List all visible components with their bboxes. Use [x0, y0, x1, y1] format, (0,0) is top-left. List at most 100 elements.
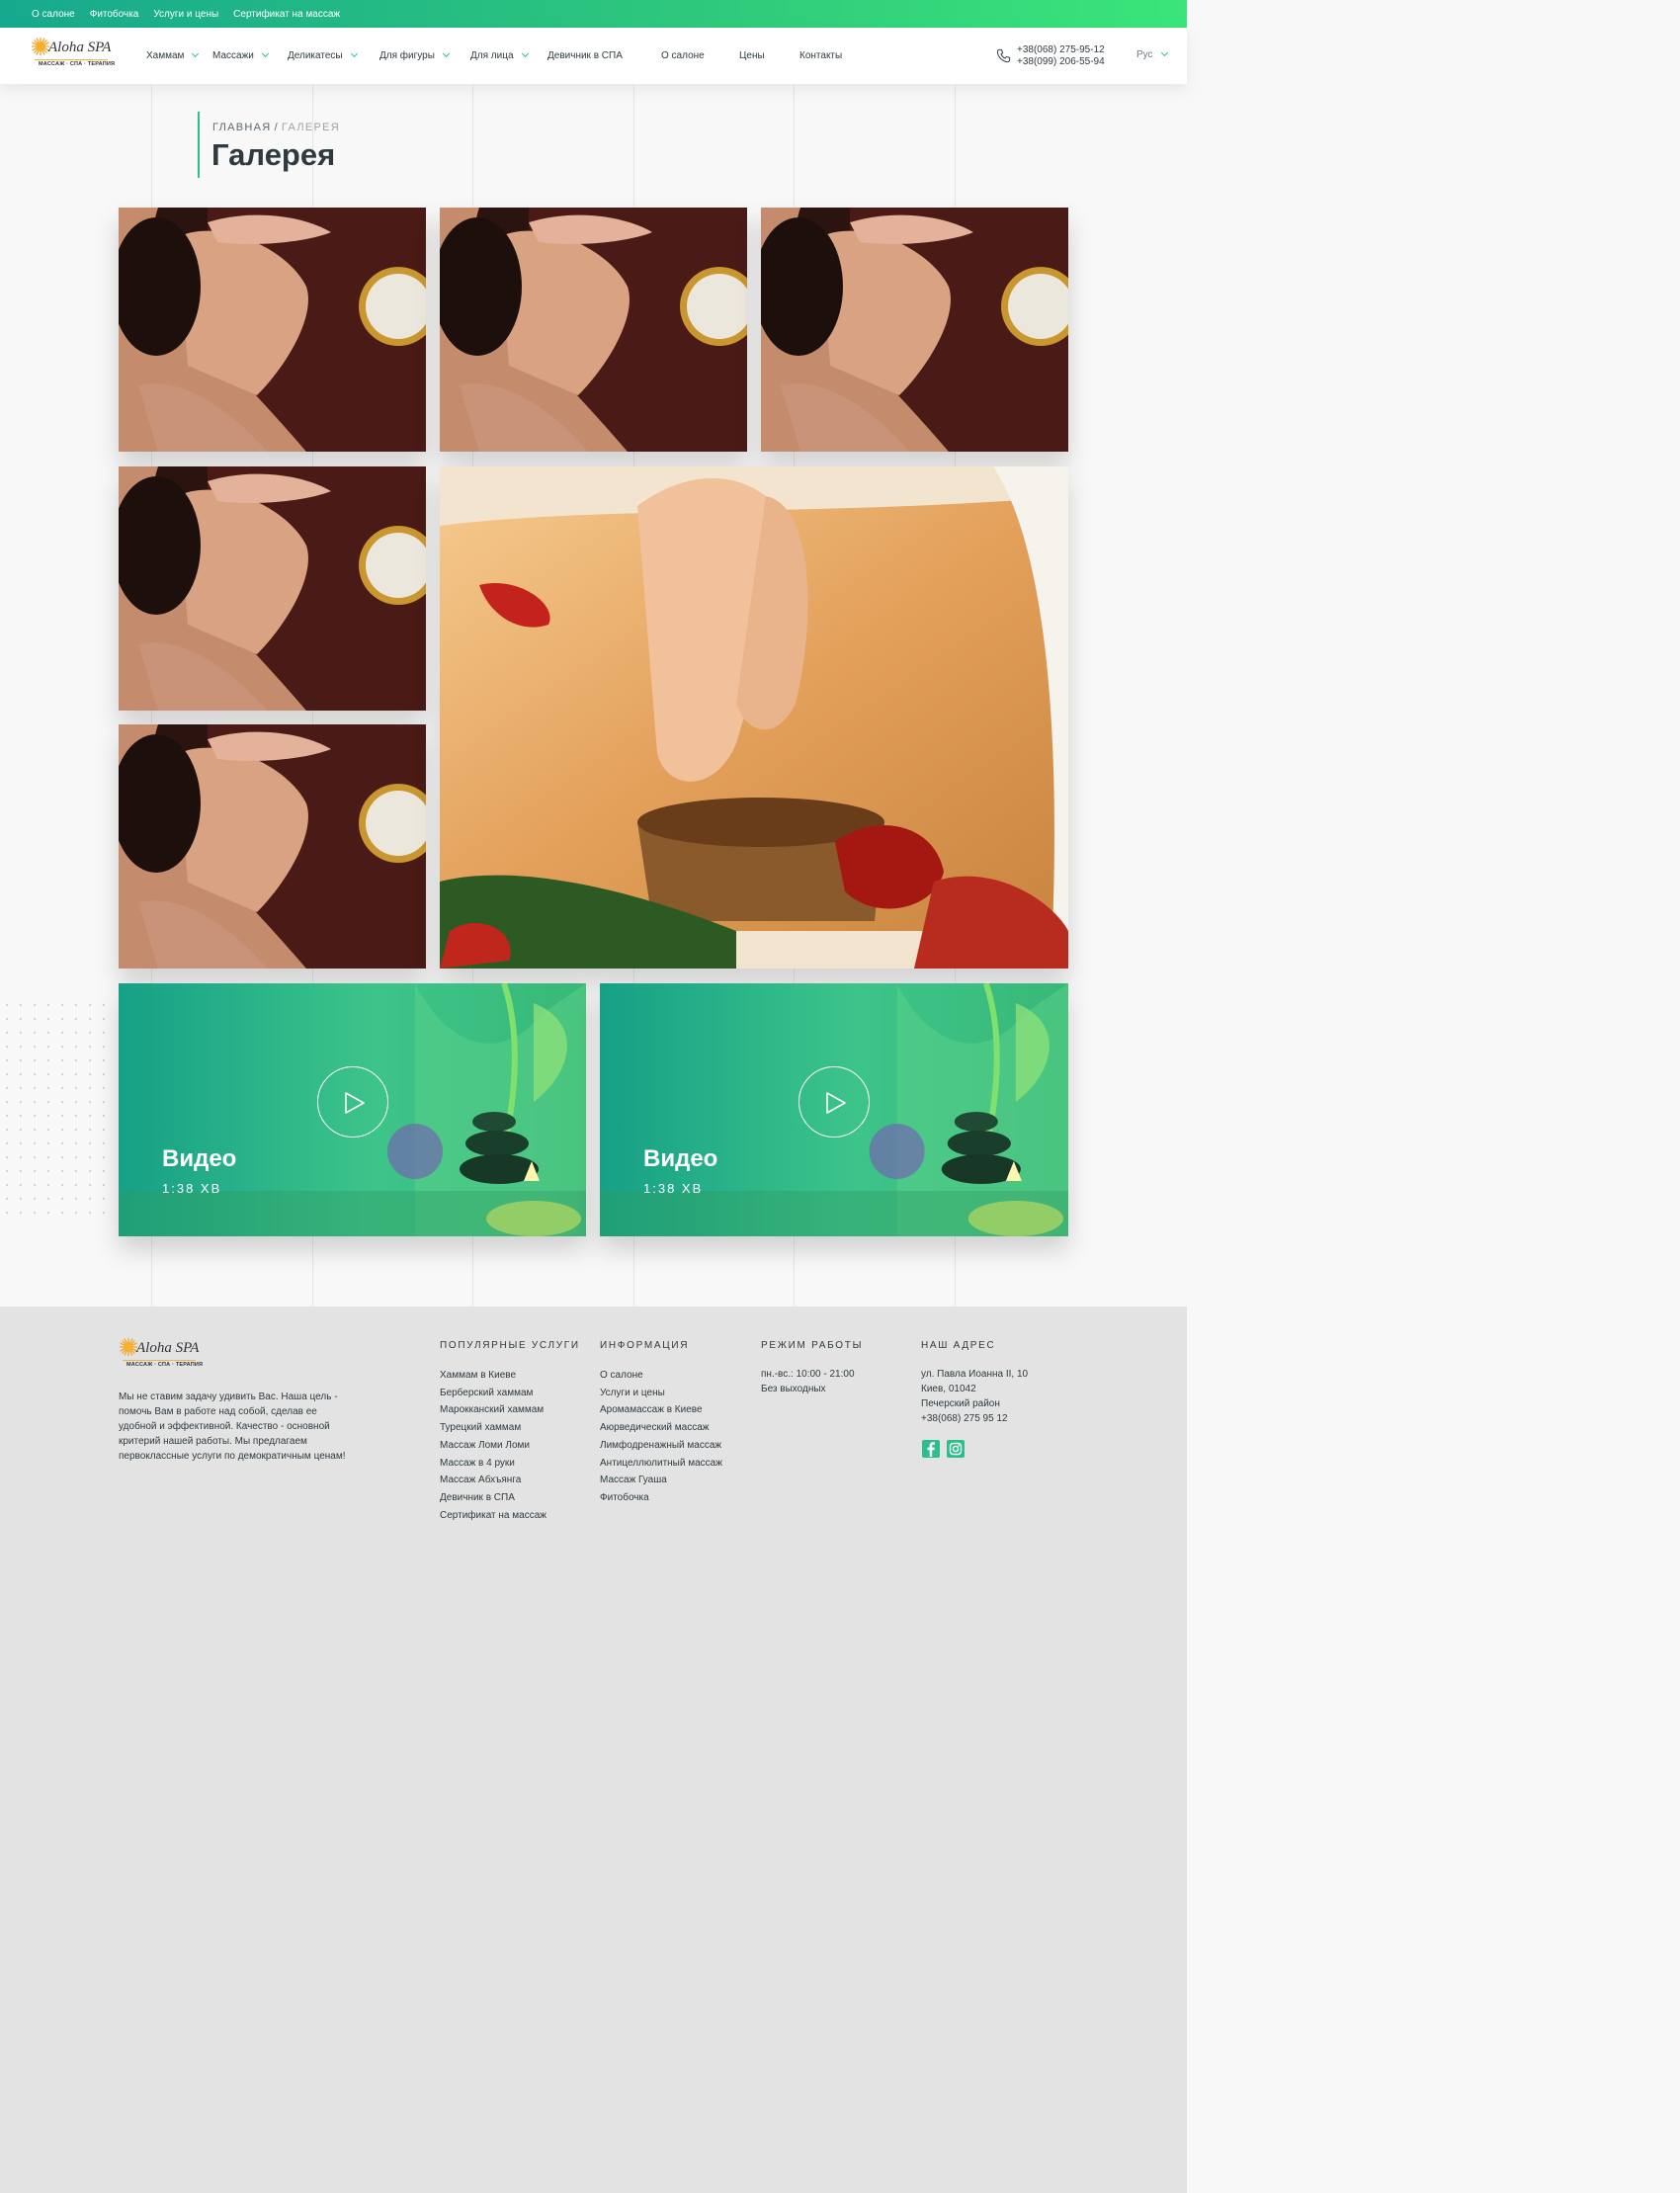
- chevron-down-icon: [350, 49, 358, 58]
- footer-link[interactable]: Услуги и цены: [600, 1385, 722, 1402]
- title-accent-bar: [198, 112, 200, 178]
- logo-name: Aloha SPA: [136, 1340, 200, 1356]
- address-line: Киев, 01042: [921, 1384, 976, 1394]
- massage-photo-image: [119, 724, 426, 969]
- massage-photo-image: [440, 466, 1068, 969]
- footer-information: ИНФОРМАЦИЯ О салоне Услуги и цены Аромам…: [600, 1340, 722, 1507]
- logo[interactable]: Aloha SPA МАССАЖ · СПА · ТЕРАПИЯ: [31, 37, 116, 76]
- topbar-link-about[interactable]: О салоне: [32, 9, 75, 20]
- topbar-link-certificate[interactable]: Сертификат на массаж: [233, 9, 340, 20]
- logo-tagline: МАССАЖ · СПА · ТЕРАПИЯ: [126, 1362, 204, 1368]
- sun-icon: [120, 1338, 137, 1356]
- nav-delicacies[interactable]: Деликатесы: [288, 28, 358, 84]
- nav-label: Цены: [739, 50, 765, 61]
- gallery-photo[interactable]: [119, 724, 426, 969]
- footer-link[interactable]: Массаж Ломи Ломи: [440, 1437, 580, 1455]
- header-phones: +38(068) 275-95-12 +38(099) 206-55-94: [1017, 44, 1105, 68]
- footer-link[interactable]: Девичник в СПА: [440, 1489, 580, 1507]
- footer-heading: НАШ АДРЕС: [921, 1340, 996, 1351]
- gallery-photo[interactable]: [440, 208, 747, 452]
- footer-link[interactable]: Сертификат на массаж: [440, 1507, 580, 1525]
- video-title: Видео: [162, 1145, 237, 1172]
- play-button[interactable]: [317, 1066, 388, 1138]
- footer-heading: ПОПУЛЯРНЫЕ УСЛУГИ: [440, 1340, 580, 1351]
- decorative-dots: [0, 998, 114, 1225]
- footer-link[interactable]: Аромамассаж в Киеве: [600, 1401, 722, 1419]
- nav-contacts[interactable]: Контакты: [799, 28, 842, 84]
- chevron-down-icon: [442, 49, 450, 58]
- chevron-down-icon: [1160, 48, 1168, 57]
- massage-photo-image: [119, 466, 426, 711]
- gallery-photo[interactable]: [761, 208, 1068, 452]
- video-title: Видео: [643, 1145, 718, 1172]
- gallery-photo[interactable]: [119, 466, 426, 711]
- nav-prices[interactable]: Цены: [739, 28, 765, 84]
- logo-divider: [123, 1360, 196, 1361]
- footer-link[interactable]: Аюрведический массаж: [600, 1419, 722, 1437]
- nav-label: О салоне: [661, 50, 705, 61]
- hours-line: пн.-вс.: 10:00 - 21:00: [761, 1369, 855, 1380]
- phone-number[interactable]: +38(068) 275-95-12: [1017, 44, 1105, 56]
- play-icon: [826, 1092, 846, 1114]
- logo-name: Aloha SPA: [48, 40, 112, 55]
- main-header: Aloha SPA МАССАЖ · СПА · ТЕРАПИЯ Хаммам …: [0, 28, 1187, 84]
- address-line: ул. Павла Иоанна II, 10: [921, 1369, 1029, 1380]
- nav-hen-party[interactable]: Девичник в СПА: [547, 28, 623, 84]
- nav-about[interactable]: О салоне: [661, 28, 705, 84]
- chevron-down-icon: [192, 49, 200, 58]
- logo-tagline: МАССАЖ · СПА · ТЕРАПИЯ: [39, 61, 116, 67]
- nav-label: Контакты: [799, 50, 843, 61]
- video-card[interactable]: Видео 1:38 ХВ: [119, 983, 586, 1236]
- nav-body[interactable]: Для фигуры: [379, 28, 450, 84]
- breadcrumb-current: ГАЛЕРЕЯ: [281, 122, 340, 133]
- breadcrumb-separator: /: [274, 122, 279, 133]
- nav-label: Для фигуры: [379, 50, 435, 61]
- footer-about-text: Мы не ставим задачу удивить Вас. Наша це…: [119, 1392, 346, 1462]
- logo-divider: [35, 59, 108, 60]
- page-title: Галерея: [211, 137, 336, 172]
- footer: Aloha SPA МАССАЖ · СПА · ТЕРАПИЯ Мы не с…: [0, 1307, 1187, 2193]
- video-card[interactable]: Видео 1:38 ХВ: [600, 983, 1068, 1236]
- language-selector[interactable]: Рус: [1136, 48, 1168, 60]
- gallery-photo-large[interactable]: [440, 466, 1068, 969]
- footer-phone[interactable]: +38(068) 275 95 12: [921, 1411, 1028, 1426]
- footer-heading: РЕЖИМ РАБОТЫ: [761, 1340, 864, 1351]
- nav-label: Для лица: [470, 50, 514, 61]
- nav-label: Хаммам: [146, 50, 185, 61]
- nav-hammam[interactable]: Хаммам: [146, 28, 200, 84]
- footer-link[interactable]: Массаж Абхъянга: [440, 1472, 580, 1489]
- nav-face[interactable]: Для лица: [470, 28, 529, 84]
- nav-label: Массажи: [212, 50, 254, 61]
- footer-link[interactable]: Массаж в 4 руки: [440, 1455, 580, 1473]
- phone-number[interactable]: +38(099) 206-55-94: [1017, 56, 1105, 68]
- massage-photo-image: [440, 208, 747, 452]
- top-bar: О салоне Фитобочка Услуги и цены Сертифи…: [0, 0, 1187, 28]
- breadcrumb: ГЛАВНАЯ / ГАЛЕРЕЯ: [212, 122, 340, 133]
- footer-popular-services: ПОПУЛЯРНЫЕ УСЛУГИ Хаммам в Киеве Берберс…: [440, 1340, 580, 1524]
- footer-link[interactable]: О салоне: [600, 1367, 722, 1385]
- footer-link[interactable]: Берберский хаммам: [440, 1385, 580, 1402]
- footer-link[interactable]: Марокканский хаммам: [440, 1401, 580, 1419]
- facebook-icon[interactable]: [922, 1440, 940, 1458]
- topbar-link-services[interactable]: Услуги и цены: [153, 9, 218, 20]
- topbar-link-phytobarrel[interactable]: Фитобочка: [90, 9, 139, 20]
- footer-logo[interactable]: Aloha SPA МАССАЖ · СПА · ТЕРАПИЯ: [119, 1337, 204, 1377]
- play-button[interactable]: [798, 1066, 870, 1138]
- nav-massages[interactable]: Массажи: [212, 28, 269, 84]
- breadcrumb-home[interactable]: ГЛАВНАЯ: [212, 122, 272, 133]
- footer-link[interactable]: Антицеллюлитный массаж: [600, 1455, 722, 1473]
- footer-link[interactable]: Турецкий хаммам: [440, 1419, 580, 1437]
- address-line: Печерский район: [921, 1398, 1000, 1409]
- nav-label: Деликатесы: [288, 50, 343, 61]
- nav-label: Девичник в СПА: [547, 50, 623, 61]
- footer-link[interactable]: Хаммам в Киеве: [440, 1367, 580, 1385]
- video-duration: 1:38 ХВ: [162, 1181, 222, 1196]
- chevron-down-icon: [261, 49, 269, 58]
- footer-link[interactable]: Фитобочка: [600, 1489, 722, 1507]
- footer-link[interactable]: Лимфодренажный массаж: [600, 1437, 722, 1455]
- instagram-icon[interactable]: [947, 1440, 965, 1458]
- sun-icon: [32, 38, 49, 55]
- language-label: Рус: [1136, 49, 1153, 60]
- footer-link[interactable]: Массаж Гуаша: [600, 1472, 722, 1489]
- gallery-photo[interactable]: [119, 208, 426, 452]
